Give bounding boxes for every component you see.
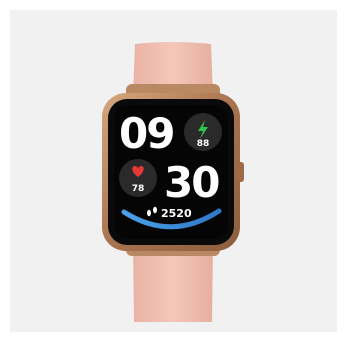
battery-value: 88 [197, 139, 210, 149]
crown-button [237, 162, 244, 182]
heart-rate-value: 78 [132, 184, 145, 194]
steps-value: 2520 [161, 207, 192, 220]
smartwatch-illustration: 09 88 78 30 2520 [102, 42, 244, 322]
minutes-display: 30 [164, 158, 219, 207]
hours-display: 09 [119, 109, 173, 158]
